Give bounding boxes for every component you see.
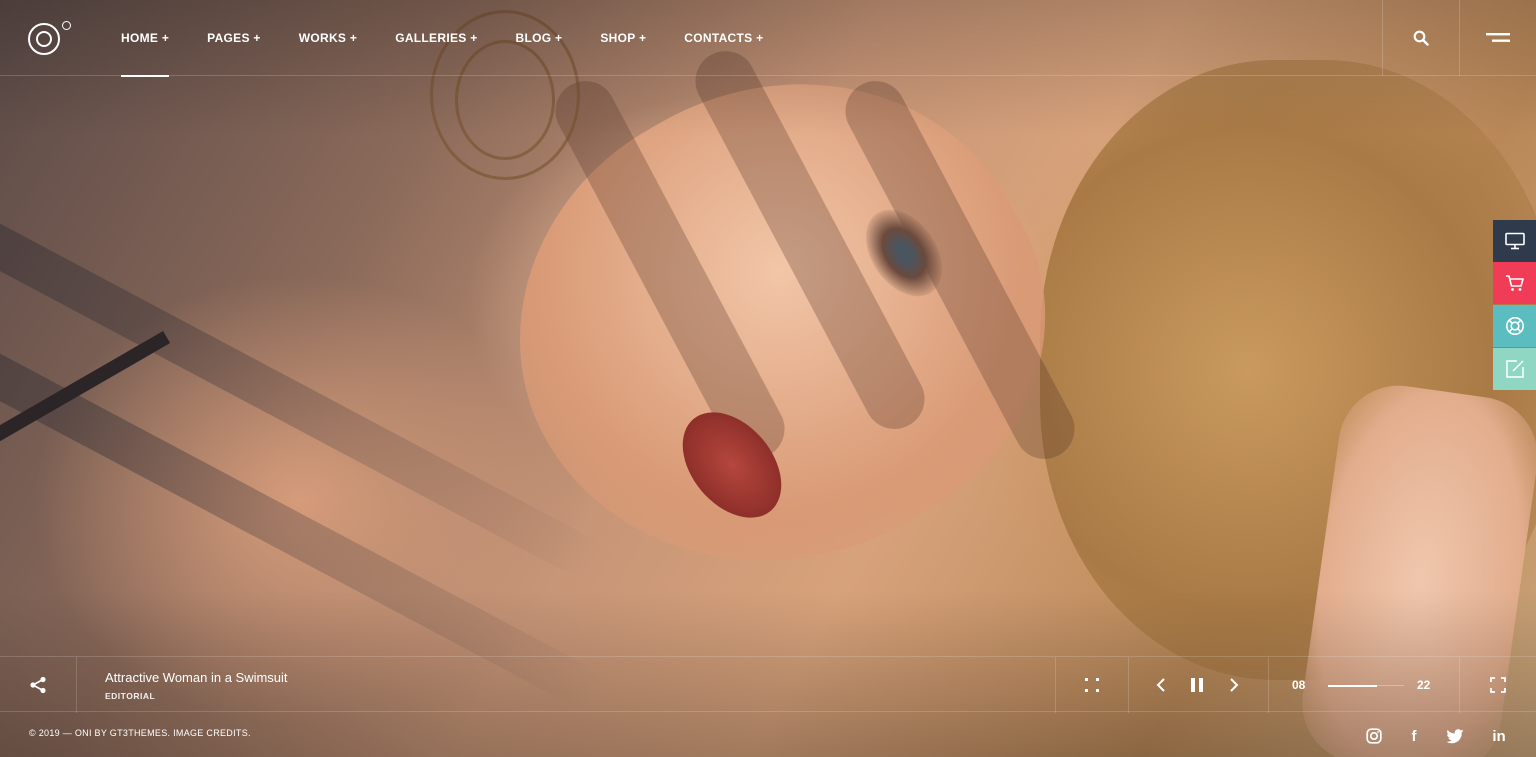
- slider-controls-bar: Attractive Woman in a Swimsuit EDITORIAL…: [0, 656, 1536, 713]
- copyright-text: © 2019 — ONI BY GT3THEMES. IMAGE CREDITS…: [29, 728, 251, 738]
- cart-icon: [1505, 275, 1524, 291]
- pause-button[interactable]: [1186, 674, 1208, 696]
- lifebuoy-icon: [1505, 317, 1524, 335]
- edit-icon: [1505, 360, 1524, 378]
- thumbnails-button[interactable]: [1080, 674, 1104, 696]
- header-divider: [1459, 0, 1460, 76]
- hamburger-menu-icon: [1486, 33, 1510, 42]
- fullscreen-button[interactable]: [1486, 674, 1510, 696]
- slide-counter-total: 22: [1417, 678, 1431, 692]
- header-divider: [1382, 0, 1383, 76]
- bar-divider: [1128, 657, 1129, 713]
- fullscreen-icon: [1490, 677, 1506, 693]
- nav-item-contacts[interactable]: CONTACTS +: [684, 0, 763, 76]
- linkedin-link[interactable]: in: [1488, 725, 1510, 747]
- bar-divider: [1459, 657, 1460, 713]
- main-nav: HOME + PAGES + WORKS + GALLERIES + BLOG …: [121, 0, 763, 77]
- bar-divider: [1268, 657, 1269, 713]
- chevron-right-icon: [1230, 678, 1239, 692]
- linkedin-icon: in: [1492, 727, 1506, 745]
- slide-progress-fill: [1328, 684, 1377, 687]
- photo-overlay: [0, 0, 1536, 757]
- search-icon: [1413, 30, 1429, 46]
- nav-item-home[interactable]: HOME +: [121, 0, 170, 77]
- slide-progress-bar[interactable]: [1328, 684, 1404, 687]
- prev-slide-button[interactable]: [1150, 674, 1172, 696]
- instagram-link[interactable]: [1363, 725, 1385, 747]
- site-header: HOME + PAGES + WORKS + GALLERIES + BLOG …: [0, 0, 1536, 77]
- nav-item-shop[interactable]: SHOP +: [600, 0, 646, 76]
- side-button-buy[interactable]: [1493, 262, 1536, 304]
- slide-title: Attractive Woman in a Swimsuit: [105, 670, 288, 685]
- side-button-support[interactable]: [1493, 305, 1536, 347]
- side-button-demos[interactable]: [1493, 220, 1536, 262]
- share-icon: [30, 676, 46, 694]
- menu-button[interactable]: [1480, 24, 1516, 52]
- pause-icon: [1191, 678, 1203, 692]
- nav-item-blog[interactable]: BLOG +: [516, 0, 563, 76]
- logo-ring-inner: [36, 31, 52, 47]
- slide-category[interactable]: EDITORIAL: [105, 691, 155, 701]
- instagram-icon: [1366, 728, 1382, 744]
- chevron-left-icon: [1156, 678, 1165, 692]
- monitor-icon: [1504, 232, 1525, 250]
- facebook-link[interactable]: f: [1403, 725, 1425, 747]
- bar-divider: [1055, 657, 1056, 713]
- grid-dots-icon: [1085, 678, 1099, 692]
- site-logo[interactable]: [28, 21, 72, 55]
- slide-counter-current: 08: [1292, 678, 1306, 692]
- share-button[interactable]: [26, 673, 50, 697]
- side-button-docs[interactable]: [1493, 348, 1536, 390]
- nav-item-pages[interactable]: PAGES +: [207, 0, 261, 76]
- hero-background-photo: [0, 0, 1536, 757]
- logo-dot: [62, 21, 71, 30]
- next-slide-button[interactable]: [1223, 674, 1245, 696]
- nav-item-galleries[interactable]: GALLERIES +: [395, 0, 477, 76]
- facebook-icon: f: [1411, 727, 1417, 745]
- search-button[interactable]: [1404, 24, 1438, 52]
- twitter-icon: [1446, 728, 1464, 743]
- nav-item-works[interactable]: WORKS +: [299, 0, 357, 76]
- twitter-link[interactable]: [1444, 725, 1466, 747]
- bar-divider: [76, 657, 77, 713]
